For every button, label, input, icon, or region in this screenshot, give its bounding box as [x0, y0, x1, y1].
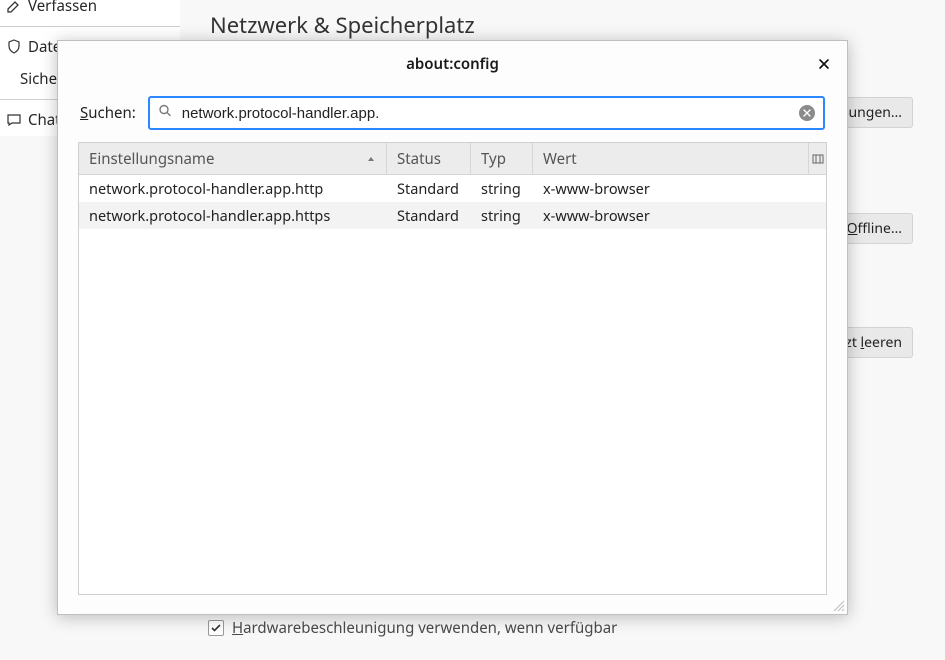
- checkbox-label: Hardwarebeschleunigung verwenden, wenn v…: [232, 618, 617, 638]
- shield-icon: [6, 39, 22, 55]
- column-header-value[interactable]: Wert: [533, 143, 808, 174]
- pref-status-cell: Standard: [387, 206, 471, 226]
- search-row: Suchen:: [58, 88, 847, 142]
- button-label: ffline…: [858, 219, 902, 238]
- pencil-icon: [6, 0, 22, 14]
- search-label: Suchen:: [80, 103, 136, 123]
- close-button[interactable]: [813, 53, 835, 75]
- page-title: Netzwerk & Speicherplatz: [210, 10, 475, 40]
- about-config-dialog: about:config Suchen: Einstellungsname: [57, 40, 848, 615]
- button-label: lungen…: [845, 103, 902, 122]
- prefs-table: Einstellungsname Status Typ Wert network…: [78, 142, 827, 595]
- table-header: Einstellungsname Status Typ Wert: [79, 143, 826, 175]
- search-input[interactable]: [180, 104, 789, 123]
- dialog-title-text: about:config: [406, 54, 499, 74]
- column-picker-button[interactable]: [808, 143, 826, 174]
- pref-name-cell: network.protocol-handler.app.https: [79, 206, 387, 226]
- search-icon: [158, 104, 172, 123]
- sidebar-item-label: Siche: [20, 69, 57, 89]
- column-header-status[interactable]: Status: [387, 143, 471, 174]
- close-icon: [817, 57, 831, 71]
- column-picker-icon: [812, 153, 824, 165]
- pref-type-cell: string: [471, 206, 533, 226]
- pref-value-cell: x-www-browser: [533, 179, 826, 199]
- table-row[interactable]: network.protocol-handler.app.httpsStanda…: [79, 202, 826, 229]
- pref-value-cell: x-www-browser: [533, 206, 826, 226]
- dialog-title-bar: about:config: [58, 41, 847, 88]
- table-body: network.protocol-handler.app.httpStandar…: [79, 175, 826, 229]
- column-header-name[interactable]: Einstellungsname: [79, 143, 387, 174]
- pref-name-cell: network.protocol-handler.app.http: [79, 179, 387, 199]
- sidebar-divider: [0, 26, 180, 27]
- sidebar-item-verfassen[interactable]: Verfassen: [0, 0, 180, 22]
- check-icon: [210, 622, 222, 634]
- column-header-type[interactable]: Typ: [471, 143, 533, 174]
- pref-status-cell: Standard: [387, 179, 471, 199]
- search-field[interactable]: [148, 96, 825, 130]
- checkbox-box[interactable]: [208, 620, 224, 636]
- hardware-accel-checkbox[interactable]: Hardwarebeschleunigung verwenden, wenn v…: [208, 618, 617, 638]
- sidebar-item-label: Chat: [28, 110, 61, 130]
- resize-grip-icon: [831, 598, 845, 612]
- sort-asc-icon: [366, 149, 376, 169]
- table-row[interactable]: network.protocol-handler.app.httpStandar…: [79, 175, 826, 202]
- sidebar-item-label: Verfassen: [28, 0, 97, 16]
- chat-icon: [6, 112, 22, 128]
- clear-icon: [803, 109, 811, 117]
- resize-grip[interactable]: [831, 598, 845, 612]
- clear-search-button[interactable]: [799, 105, 815, 121]
- pref-type-cell: string: [471, 179, 533, 199]
